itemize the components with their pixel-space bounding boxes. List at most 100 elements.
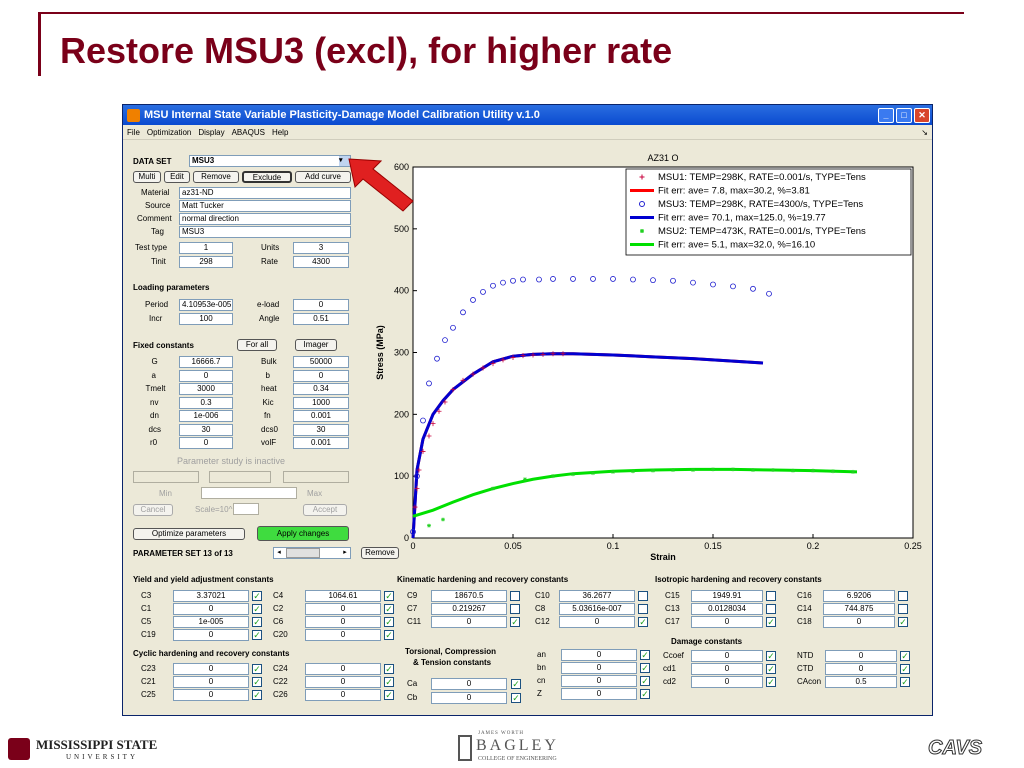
- scroll-right-icon[interactable]: ▸: [340, 548, 350, 558]
- fixed-field[interactable]: 16666.7: [179, 356, 233, 368]
- cyclic-field[interactable]: 0: [173, 689, 249, 701]
- damage-field[interactable]: 0: [691, 663, 763, 675]
- torsional-field[interactable]: 0: [561, 662, 637, 674]
- isotropic-field[interactable]: 0.0128034: [691, 603, 763, 615]
- yield-field[interactable]: 0: [305, 603, 381, 615]
- ca-checkbox[interactable]: ✓: [511, 679, 521, 689]
- yield-checkbox[interactable]: ✓: [252, 617, 262, 627]
- material-field[interactable]: az31-ND: [179, 187, 351, 199]
- remove-dataset-button[interactable]: Remove: [193, 171, 239, 183]
- add-curve-button[interactable]: Add curve: [295, 171, 351, 183]
- damage-field[interactable]: 0: [825, 663, 897, 675]
- isotropic-field[interactable]: 0: [823, 616, 895, 628]
- damage-checkbox[interactable]: ✓: [900, 664, 910, 674]
- fixed-field[interactable]: 0.34: [293, 383, 349, 395]
- incr-field[interactable]: 100: [179, 313, 233, 325]
- kinematic-checkbox[interactable]: ✓: [638, 617, 648, 627]
- torsional-checkbox[interactable]: ✓: [640, 663, 650, 673]
- fixed-field[interactable]: 1e-006: [179, 410, 233, 422]
- yield-field[interactable]: 1064.61: [305, 590, 381, 602]
- fixed-field[interactable]: 50000: [293, 356, 349, 368]
- angle-field[interactable]: 0.51: [293, 313, 349, 325]
- cyclic-checkbox[interactable]: ✓: [384, 690, 394, 700]
- fixed-field[interactable]: 0: [179, 437, 233, 449]
- period-field[interactable]: 4.10953e-005: [179, 299, 233, 311]
- scroll-left-icon[interactable]: ◂: [274, 548, 284, 558]
- isotropic-checkbox[interactable]: [766, 591, 776, 601]
- yield-field[interactable]: 3.37021: [173, 590, 249, 602]
- cyclic-checkbox[interactable]: ✓: [252, 690, 262, 700]
- torsional-field[interactable]: 0: [561, 688, 637, 700]
- imager-button[interactable]: Imager: [295, 339, 337, 351]
- yield-checkbox[interactable]: ✓: [384, 630, 394, 640]
- menu-optimization[interactable]: Optimization: [147, 128, 191, 137]
- torsional-checkbox[interactable]: ✓: [640, 650, 650, 660]
- fixed-field[interactable]: 0.3: [179, 396, 233, 409]
- comment-field[interactable]: normal direction: [179, 213, 351, 225]
- cyclic-field[interactable]: 0: [173, 663, 249, 675]
- kinematic-field[interactable]: 36.2677: [559, 590, 635, 602]
- damage-field[interactable]: 0: [691, 676, 763, 688]
- yield-checkbox[interactable]: ✓: [252, 591, 262, 601]
- damage-field[interactable]: 0: [691, 650, 763, 662]
- edit-button[interactable]: Edit: [164, 171, 190, 183]
- kinematic-field[interactable]: 0: [431, 616, 507, 628]
- source-field[interactable]: Matt Tucker: [179, 200, 351, 212]
- fixed-field[interactable]: 1000: [293, 396, 349, 409]
- kinematic-field[interactable]: 0: [559, 616, 635, 628]
- isotropic-field[interactable]: 0: [691, 616, 763, 628]
- forall-button[interactable]: For all: [237, 339, 277, 351]
- yield-field[interactable]: 0: [305, 629, 381, 641]
- kinematic-field[interactable]: 0.219267: [431, 603, 507, 615]
- units-field[interactable]: 3: [293, 242, 349, 254]
- fixed-field[interactable]: 30: [179, 423, 233, 436]
- kinematic-checkbox[interactable]: [638, 604, 648, 614]
- isotropic-checkbox[interactable]: ✓: [898, 617, 908, 627]
- cyclic-field[interactable]: 0: [305, 689, 381, 701]
- yield-checkbox[interactable]: ✓: [384, 591, 394, 601]
- yield-checkbox[interactable]: ✓: [384, 604, 394, 614]
- yield-field[interactable]: 0: [173, 629, 249, 641]
- damage-field[interactable]: 0.5: [825, 676, 897, 688]
- dock-arrow-icon[interactable]: ↘: [921, 128, 932, 137]
- minimize-button[interactable]: _: [878, 107, 894, 123]
- rate-field[interactable]: 4300: [293, 256, 349, 268]
- menu-help[interactable]: Help: [272, 128, 288, 137]
- paramset-scrollbar[interactable]: ◂ ▸: [273, 547, 351, 559]
- damage-checkbox[interactable]: ✓: [766, 651, 776, 661]
- yield-checkbox[interactable]: ✓: [384, 617, 394, 627]
- fixed-field[interactable]: 30: [293, 423, 349, 436]
- testtype-field[interactable]: 1: [179, 242, 233, 254]
- exclude-button[interactable]: Exclude: [242, 171, 292, 183]
- torsional-field[interactable]: 0: [561, 675, 637, 687]
- isotropic-field[interactable]: 6.9206: [823, 590, 895, 602]
- eload-field[interactable]: 0: [293, 299, 349, 311]
- kinematic-checkbox[interactable]: ✓: [510, 617, 520, 627]
- fixed-field[interactable]: 0.001: [293, 437, 349, 449]
- cb-checkbox[interactable]: ✓: [511, 693, 521, 703]
- cyclic-field[interactable]: 0: [305, 663, 381, 675]
- kinematic-checkbox[interactable]: [510, 604, 520, 614]
- fixed-field[interactable]: 0.001: [293, 410, 349, 422]
- isotropic-checkbox[interactable]: [898, 604, 908, 614]
- cyclic-checkbox[interactable]: ✓: [252, 664, 262, 674]
- menu-display[interactable]: Display: [198, 128, 224, 137]
- fixed-field[interactable]: 3000: [179, 383, 233, 395]
- isotropic-checkbox[interactable]: ✓: [766, 617, 776, 627]
- ca-field[interactable]: 0: [431, 678, 507, 690]
- cyclic-checkbox[interactable]: ✓: [384, 677, 394, 687]
- damage-field[interactable]: 0: [825, 650, 897, 662]
- maximize-button[interactable]: □: [896, 107, 912, 123]
- yield-field[interactable]: 0: [305, 616, 381, 628]
- menu-file[interactable]: File: [127, 128, 140, 137]
- cyclic-checkbox[interactable]: ✓: [252, 677, 262, 687]
- menu-abaqus[interactable]: ABAQUS: [232, 128, 265, 137]
- multi-button[interactable]: Multi: [133, 171, 161, 183]
- torsional-checkbox[interactable]: ✓: [640, 676, 650, 686]
- isotropic-checkbox[interactable]: [898, 591, 908, 601]
- dataset-select[interactable]: MSU3 ▾: [189, 155, 351, 167]
- torsional-field[interactable]: 0: [561, 649, 637, 661]
- damage-checkbox[interactable]: ✓: [766, 677, 776, 687]
- damage-checkbox[interactable]: ✓: [900, 677, 910, 687]
- cb-field[interactable]: 0: [431, 692, 507, 704]
